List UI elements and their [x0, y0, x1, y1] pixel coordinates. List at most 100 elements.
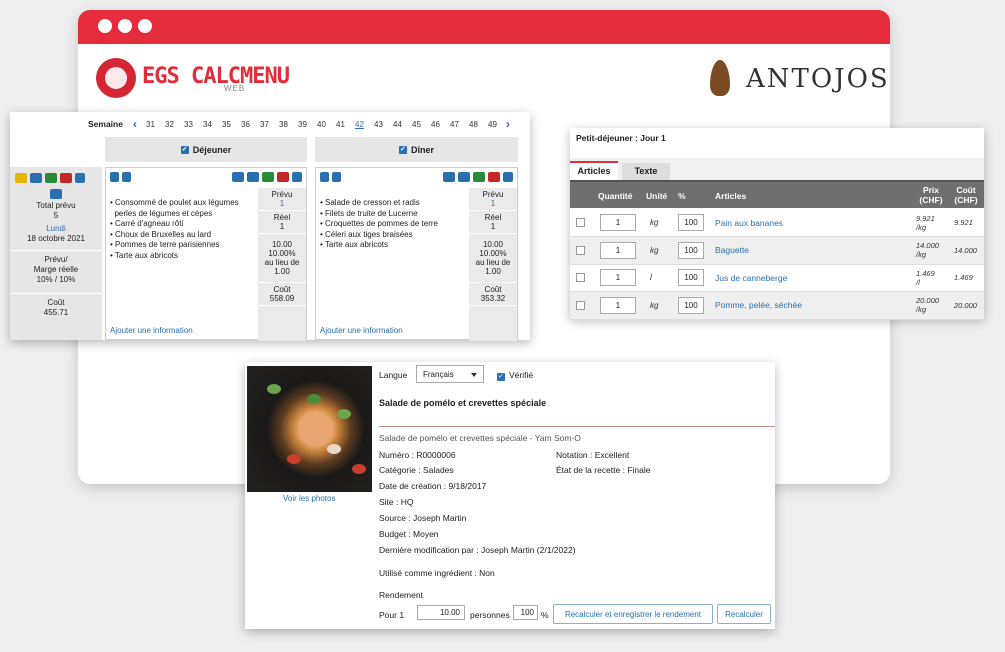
week-number[interactable]: 48 — [464, 120, 483, 129]
week-number[interactable]: 31 — [141, 120, 160, 129]
pct-input[interactable]: 100 — [678, 269, 704, 286]
print-red-icon[interactable] — [60, 173, 72, 183]
quantity-input[interactable]: 1 — [600, 296, 636, 314]
week-number[interactable]: 47 — [445, 120, 464, 129]
meal-stats-dinner: Prévu 1 Réel 1 10.00 10.00% au lieu de 1.0… — [469, 188, 517, 341]
edit-pencil-icon[interactable] — [332, 172, 341, 182]
planned-label: Prévu — [271, 190, 293, 199]
week-number[interactable]: 42 — [350, 120, 369, 129]
next-week-chevron-icon[interactable]: › — [502, 117, 514, 131]
article-link[interactable]: Pain aux bananes — [715, 209, 783, 236]
meal-header-dinner[interactable]: ✓ Dîner — [315, 137, 518, 162]
row-checkbox[interactable] — [576, 300, 585, 310]
price-value: 10.00 — [271, 240, 293, 249]
cart-icon[interactable] — [292, 172, 302, 182]
print-blue-icon[interactable] — [30, 173, 42, 183]
recalc-button[interactable]: Recalculer — [717, 604, 771, 624]
planned-value[interactable]: 1 — [258, 199, 306, 208]
week-number[interactable]: 38 — [274, 120, 293, 129]
menu-item: perles de légumes et cèpes — [110, 208, 213, 218]
table-row[interactable]: 1 kg 100 Pain aux bananes 9.921/kg 9.921 — [570, 209, 984, 237]
document-icon[interactable] — [443, 172, 455, 182]
table-row[interactable]: 1 kg 100 Pomme, pelée, séchée 20.000/kg 20.00… — [570, 291, 984, 320]
verified-checkbox[interactable]: ✓ Vérifié — [497, 370, 533, 381]
lock-icon[interactable] — [110, 172, 119, 182]
menu-item: • Tarte aux abricots — [110, 250, 179, 260]
tab-texte[interactable]: Texte — [622, 163, 670, 180]
pct-input[interactable]: 100 — [678, 296, 704, 314]
day-summary-column: Total prévu 5 Lundi 18 octobre 2021 Prév… — [10, 167, 102, 340]
price-value: 1.469 — [916, 268, 935, 278]
yield-input[interactable]: 10.00 — [417, 605, 465, 620]
day-name[interactable]: Lundi — [10, 224, 102, 234]
recipe-photo[interactable] — [247, 366, 372, 492]
print-red-icon[interactable] — [488, 172, 500, 182]
week-number[interactable]: 35 — [217, 120, 236, 129]
quantity-input[interactable]: 1 — [600, 269, 636, 286]
row-checkbox[interactable] — [576, 218, 585, 227]
lock-icon[interactable] — [320, 172, 329, 182]
print-green-icon[interactable] — [262, 172, 274, 182]
document-icon[interactable] — [232, 172, 244, 182]
meal-header-lunch[interactable]: ✓ Déjeuner — [105, 137, 307, 162]
week-number[interactable]: 37 — [255, 120, 274, 129]
checkbox-checked-icon[interactable]: ✓ — [180, 145, 189, 154]
week-number[interactable]: 40 — [312, 120, 331, 129]
view-photos-link[interactable]: Voir les photos — [283, 494, 335, 503]
tab-articles[interactable]: Articles — [570, 161, 618, 180]
week-number[interactable]: 39 — [293, 120, 312, 129]
col-articles: Articles — [715, 191, 747, 201]
week-number[interactable]: 46 — [426, 120, 445, 129]
recalc-save-button[interactable]: Recalculer et enregistrer le rendement — [553, 604, 713, 624]
article-link[interactable]: Baguette — [715, 237, 749, 264]
margin-label: Prévu/ — [44, 255, 68, 264]
print-green-icon[interactable] — [45, 173, 57, 183]
week-number[interactable]: 34 — [198, 120, 217, 129]
checkbox-checked-icon[interactable]: ✓ — [398, 145, 407, 154]
prev-week-chevron-icon[interactable]: ‹ — [129, 117, 141, 131]
cart-icon[interactable] — [75, 173, 85, 183]
document-icon[interactable] — [50, 189, 62, 199]
pct-input[interactable]: 100 — [678, 214, 704, 231]
language-select[interactable]: Français — [416, 365, 484, 383]
week-number[interactable]: 33 — [179, 120, 198, 129]
week-number[interactable]: 36 — [236, 120, 255, 129]
yield-input-value: 10.00 — [439, 608, 460, 617]
week-number[interactable]: 49 — [483, 120, 502, 129]
add-info-link[interactable]: Ajouter une information — [320, 326, 403, 335]
add-info-link[interactable]: Ajouter une information — [110, 326, 193, 335]
table-row[interactable]: 1 l 100 Jus de canneberge 1.469/l 1.469 — [570, 264, 984, 292]
week-number[interactable]: 45 — [407, 120, 426, 129]
week-number[interactable]: 44 — [388, 120, 407, 129]
recipe-site: Site : HQ — [379, 497, 414, 507]
week-number[interactable]: 41 — [331, 120, 350, 129]
language-select-value: Français — [423, 369, 454, 379]
article-link[interactable]: Jus de canneberge — [715, 264, 787, 291]
print-green-icon[interactable] — [473, 172, 485, 182]
row-checkbox[interactable] — [576, 273, 585, 282]
menu-item: • Tarte aux abricots — [320, 240, 389, 249]
table-row[interactable]: 1 kg 100 Baguette 14.000/kg 14.000 — [570, 236, 984, 265]
pct-input[interactable]: 100 — [678, 241, 704, 259]
recipe-title: Salade de pomélo et crevettes spéciale — [379, 398, 547, 408]
edit-pencil-icon[interactable] — [122, 172, 131, 182]
print-blue-icon[interactable] — [247, 172, 259, 182]
pct-input[interactable]: 100 — [513, 605, 538, 620]
week-number[interactable]: 43 — [369, 120, 388, 129]
price-unit: /kg — [916, 222, 927, 232]
quantity-input[interactable]: 1 — [600, 241, 636, 259]
print-blue-icon[interactable] — [458, 172, 470, 182]
planned-value[interactable]: 1 — [469, 199, 517, 208]
unit-cell: kg — [650, 245, 659, 255]
brand-name: EGS CALCMENU — [142, 64, 290, 89]
quantity-input[interactable]: 1 — [600, 214, 636, 231]
persons-label: personnes — [470, 610, 510, 620]
cost-value: 353.32 — [480, 294, 506, 303]
row-checkbox[interactable] — [576, 245, 585, 255]
checkbox-checked-icon[interactable]: ✓ — [497, 373, 505, 381]
print-yellow-icon[interactable] — [15, 173, 27, 183]
cart-icon[interactable] — [503, 172, 513, 182]
print-red-icon[interactable] — [277, 172, 289, 182]
article-link[interactable]: Pomme, pelée, séchée — [715, 292, 802, 319]
week-number[interactable]: 32 — [160, 120, 179, 129]
